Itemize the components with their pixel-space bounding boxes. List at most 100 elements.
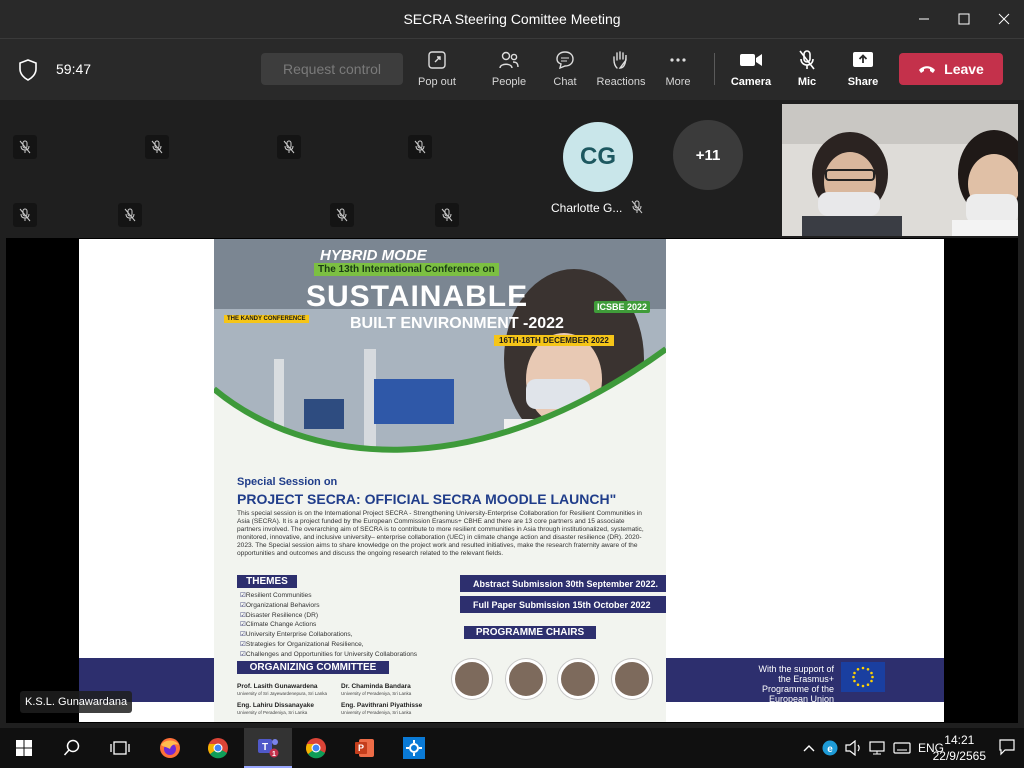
- abstract-deadline: Abstract Submission 30th September 2022.: [460, 575, 666, 592]
- shield-icon[interactable]: [18, 59, 38, 81]
- firefox-icon[interactable]: [146, 728, 194, 768]
- member-affiliation: University of Peradeniya, Sri Lanka: [341, 691, 412, 696]
- svg-text:1: 1: [272, 751, 276, 758]
- chat-icon: [553, 49, 577, 71]
- eu-flag-icon: [841, 662, 885, 692]
- session-description: This special session is on the Internati…: [237, 510, 644, 557]
- raise-hand-icon: [609, 49, 633, 71]
- hybrid-mode-label: HYBRID MODE: [320, 247, 427, 264]
- mic-off-icon: [795, 49, 819, 71]
- edge-icon[interactable]: e: [818, 740, 842, 756]
- title-bar: SECRA Steering Comittee Meeting: [0, 0, 1024, 38]
- system-tray: e ENG: [800, 728, 944, 768]
- theme-item: Disaster Resilience (DR): [240, 611, 417, 621]
- chair-photo: [558, 659, 598, 699]
- theme-item: Climate Change Actions: [240, 620, 417, 630]
- muted-mic-icon: [631, 200, 643, 219]
- maximize-icon[interactable]: [944, 0, 984, 38]
- hybrid-word: HYBRID: [320, 247, 378, 264]
- close-icon[interactable]: [984, 0, 1024, 38]
- leave-button[interactable]: Leave: [899, 53, 1003, 85]
- themes-heading: THEMES: [237, 575, 297, 588]
- committee-member: Prof. Lasith Gunawardena University of Sr…: [237, 683, 327, 697]
- camera-button[interactable]: Camera: [723, 49, 779, 93]
- conference-poster: HYBRID MODE The 13th International Confe…: [214, 239, 666, 722]
- more-icon: [666, 49, 690, 71]
- chat-button[interactable]: Chat: [537, 49, 593, 93]
- theme-item: University Enterprise Collaborations,: [240, 630, 417, 640]
- chat-label: Chat: [553, 76, 577, 88]
- chair-photo: [612, 659, 652, 699]
- conference-number: The 13th International Conference on: [314, 263, 499, 276]
- participant-avatar[interactable]: CG: [563, 122, 633, 192]
- system-clock[interactable]: 14:21 22/9/2565: [933, 732, 986, 764]
- icsbe-logo: ICSBE 2022: [594, 301, 651, 313]
- pop-out-label: Pop out: [418, 76, 456, 88]
- pop-out-button[interactable]: Pop out: [409, 49, 465, 93]
- more-label: More: [665, 76, 691, 88]
- network-icon[interactable]: [866, 740, 890, 756]
- svg-text:T: T: [262, 742, 268, 753]
- more-button[interactable]: More: [650, 49, 706, 93]
- people-button[interactable]: People: [481, 49, 537, 93]
- participant-video-tile[interactable]: [782, 104, 1018, 236]
- chevron-up-icon[interactable]: [800, 744, 818, 752]
- svg-text:P: P: [358, 743, 364, 753]
- more-participants-button[interactable]: +11: [673, 120, 743, 190]
- windows-start-icon[interactable]: [0, 728, 48, 768]
- share-button[interactable]: Share: [835, 49, 891, 93]
- participant-strip: CG Charlotte G... +11: [0, 100, 1024, 238]
- meeting-timer: 59:47: [56, 61, 92, 77]
- clock-date: 22/9/2565: [932, 749, 986, 763]
- chrome-icon[interactable]: [194, 728, 242, 768]
- share-screen-icon: [851, 49, 875, 71]
- muted-mic-icon: [277, 135, 301, 159]
- mic-label: Mic: [797, 76, 817, 88]
- powerpoint-icon[interactable]: P: [341, 728, 389, 768]
- window-title: SECRA Steering Comittee Meeting: [403, 11, 621, 27]
- hang-up-icon: [918, 61, 936, 77]
- video-feed-image: [782, 104, 1018, 236]
- share-label: Share: [847, 76, 879, 88]
- mic-button[interactable]: Mic: [779, 49, 835, 93]
- eu-support-text: With the support of the Erasmus+ Program…: [758, 664, 834, 704]
- organizing-committee-heading: ORGANIZING COMMITTEE: [237, 661, 389, 674]
- people-icon: [497, 49, 521, 71]
- member-affiliation: University of Peradeniya, Sri Lanka: [237, 710, 308, 715]
- teams-icon[interactable]: T1: [244, 728, 292, 768]
- member-affiliation: University of Peradeniya, Sri Lanka: [341, 710, 412, 715]
- chrome-icon[interactable]: [292, 728, 340, 768]
- speaker-icon[interactable]: [842, 740, 866, 756]
- task-view-icon[interactable]: [96, 728, 144, 768]
- muted-mic-icon: [435, 203, 459, 227]
- project-heading: PROJECT SECRA: OFFICIAL SECRA MOODLE LAU…: [237, 491, 617, 507]
- keyboard-icon[interactable]: [890, 741, 914, 755]
- member-affiliation: University of Sri Jayewardenepura, Sri L…: [237, 691, 328, 696]
- reactions-button[interactable]: Reactions: [593, 49, 649, 93]
- request-control-button[interactable]: Request control: [261, 53, 403, 85]
- fullpaper-deadline: Full Paper Submission 15th October 2022: [460, 596, 666, 613]
- toolbar-divider: [714, 53, 715, 85]
- muted-mic-icon: [330, 203, 354, 227]
- participant-name: Charlotte G...: [551, 201, 623, 215]
- kandy-conference-badge: THE KANDY CONFERENCE: [224, 315, 309, 323]
- minimize-icon[interactable]: [904, 0, 944, 38]
- camera-icon: [739, 49, 763, 71]
- special-session-heading: Special Session on: [237, 476, 338, 488]
- member-name: Prof. Lasith Gunawardena: [237, 683, 318, 690]
- muted-mic-icon: [118, 203, 142, 227]
- muted-mic-icon: [145, 135, 169, 159]
- clock-time: 14:21: [944, 733, 975, 747]
- settings-icon[interactable]: [390, 728, 438, 768]
- muted-mic-icon: [13, 203, 37, 227]
- muted-mic-icon: [13, 135, 37, 159]
- meeting-toolbar: 59:47 Request control Pop out People Cha…: [0, 38, 1024, 100]
- muted-mic-icon: [408, 135, 432, 159]
- theme-item: Resilient Communities: [240, 591, 417, 601]
- camera-label: Camera: [730, 76, 772, 88]
- leave-label: Leave: [944, 61, 984, 77]
- mode-word: MODE: [377, 247, 427, 264]
- notification-icon[interactable]: [998, 738, 1016, 761]
- search-icon[interactable]: [48, 728, 96, 768]
- committee-member: Eng. Pavithrani Piyathisse University of …: [341, 702, 422, 716]
